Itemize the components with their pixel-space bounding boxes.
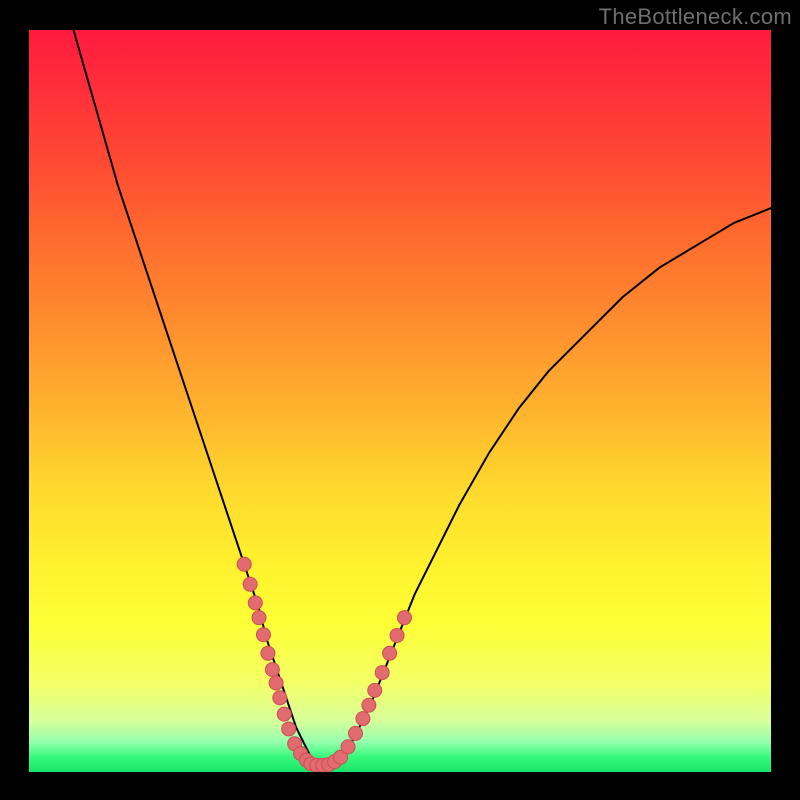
dot <box>282 722 296 736</box>
dot <box>261 646 275 660</box>
dot <box>390 628 404 642</box>
dot <box>383 646 397 660</box>
dot <box>248 596 262 610</box>
dot <box>252 611 266 625</box>
dot <box>265 663 279 677</box>
dot <box>341 740 355 754</box>
plot-svg <box>29 30 771 772</box>
dot <box>397 611 411 625</box>
dot <box>348 726 362 740</box>
dot <box>368 683 382 697</box>
dot <box>273 691 287 705</box>
dot <box>277 707 291 721</box>
dot <box>269 676 283 690</box>
watermark-text: TheBottleneck.com <box>599 4 792 30</box>
bottleneck-curve <box>74 30 771 765</box>
dot <box>375 666 389 680</box>
plot-area <box>29 30 771 772</box>
highlight-dots <box>237 557 411 772</box>
dot <box>356 712 370 726</box>
chart-frame: TheBottleneck.com <box>0 0 800 800</box>
dot <box>243 577 257 591</box>
dot <box>237 557 251 571</box>
dot <box>256 628 270 642</box>
dot <box>362 698 376 712</box>
